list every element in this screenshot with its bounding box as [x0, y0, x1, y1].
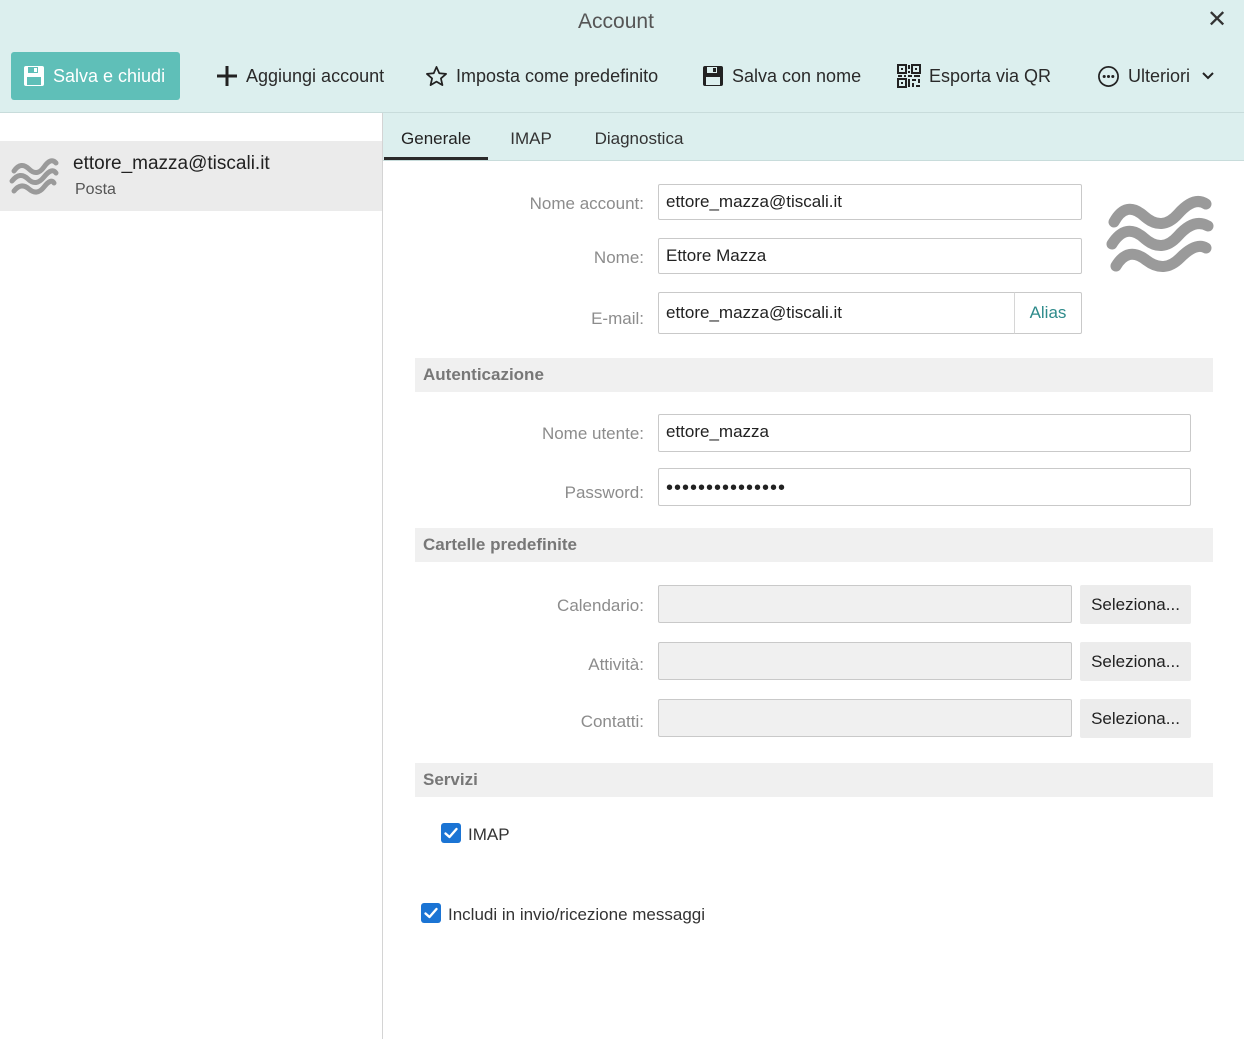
alias-button[interactable]: Alias: [1014, 292, 1082, 334]
calendar-folder-input[interactable]: [658, 585, 1072, 623]
export-qr-label: Esporta via QR: [929, 65, 1052, 86]
tab-bar: Generale IMAP Diagnostica: [383, 113, 1244, 161]
include-send-receive-label: Includi in invio/ricezione messaggi: [448, 905, 706, 924]
account-name-label: Nome account:: [529, 194, 644, 213]
email-input[interactable]: ettore_mazza@tiscali.it: [658, 292, 1015, 334]
username-input[interactable]: ettore_mazza: [658, 414, 1191, 452]
password-label: Password:: [564, 483, 644, 502]
qr-code-icon: [897, 64, 921, 88]
set-default-label: Imposta come predefinito: [456, 65, 659, 86]
more-label: Ulteriori: [1128, 65, 1191, 86]
select-tasks-button[interactable]: Seleziona...: [1080, 642, 1191, 681]
account-list-item[interactable]: ettore_mazza@tiscali.it Posta: [0, 141, 382, 211]
account-email: ettore_mazza@tiscali.it: [73, 153, 270, 174]
folders-section-header: Cartelle predefinite: [415, 528, 1213, 562]
include-send-receive-checkbox[interactable]: [421, 903, 441, 923]
password-input[interactable]: •••••••••••••••: [658, 468, 1191, 506]
account-logo-icon: [9, 158, 59, 195]
checkmark-icon: [444, 827, 458, 839]
tab-imap[interactable]: IMAP: [495, 113, 567, 160]
calendar-label: Calendario:: [557, 596, 644, 615]
chevron-down-icon: [1202, 72, 1214, 80]
window-title: Account: [578, 10, 654, 33]
more-button[interactable]: Ulteriori: [1097, 52, 1216, 100]
save-as-label: Salva con nome: [732, 65, 862, 86]
services-section-header: Servizi: [415, 763, 1213, 797]
select-contacts-button[interactable]: Seleziona...: [1080, 699, 1191, 738]
tasks-label: Attività:: [588, 655, 644, 674]
add-account-button[interactable]: Aggiungi account: [216, 52, 384, 100]
set-default-button[interactable]: Imposta come predefinito: [425, 52, 658, 100]
save-icon: [24, 66, 44, 86]
select-calendar-button[interactable]: Seleziona...: [1080, 585, 1191, 624]
username-label: Nome utente:: [541, 424, 644, 443]
tasks-folder-input[interactable]: [658, 642, 1072, 680]
name-input[interactable]: Ettore Mazza: [658, 238, 1082, 274]
window-header: Account ✕ Salva e chiudi Aggiungi accoun…: [0, 0, 1244, 113]
add-account-label: Aggiungi account: [246, 65, 385, 86]
close-icon[interactable]: ✕: [1202, 6, 1232, 36]
save-as-button[interactable]: Salva con nome: [702, 52, 861, 100]
account-avatar-icon: [1106, 196, 1214, 272]
imap-checkbox[interactable]: [441, 823, 461, 843]
imap-checkbox-label: IMAP: [468, 825, 510, 844]
more-icon: [1098, 65, 1119, 87]
save-icon: [703, 66, 723, 86]
name-label: Nome:: [593, 248, 644, 267]
plus-icon: [217, 66, 237, 86]
account-name-input[interactable]: ettore_mazza@tiscali.it: [658, 184, 1082, 220]
save-close-label: Salva e chiudi: [53, 65, 166, 86]
save-close-button[interactable]: Salva e chiudi: [11, 52, 180, 100]
auth-section-header: Autenticazione: [415, 358, 1213, 392]
tab-generale[interactable]: Generale: [384, 113, 488, 160]
account-type: Posta: [75, 181, 116, 198]
tab-diagnostica[interactable]: Diagnostica: [583, 113, 695, 160]
email-label: E-mail:: [591, 309, 644, 328]
contacts-label: Contatti:: [580, 712, 644, 731]
account-list: ettore_mazza@tiscali.it Posta: [0, 113, 383, 1039]
export-qr-button[interactable]: Esporta via QR: [897, 52, 1051, 100]
checkmark-icon: [424, 907, 438, 919]
contacts-folder-input[interactable]: [658, 699, 1072, 737]
star-icon: [426, 65, 447, 86]
